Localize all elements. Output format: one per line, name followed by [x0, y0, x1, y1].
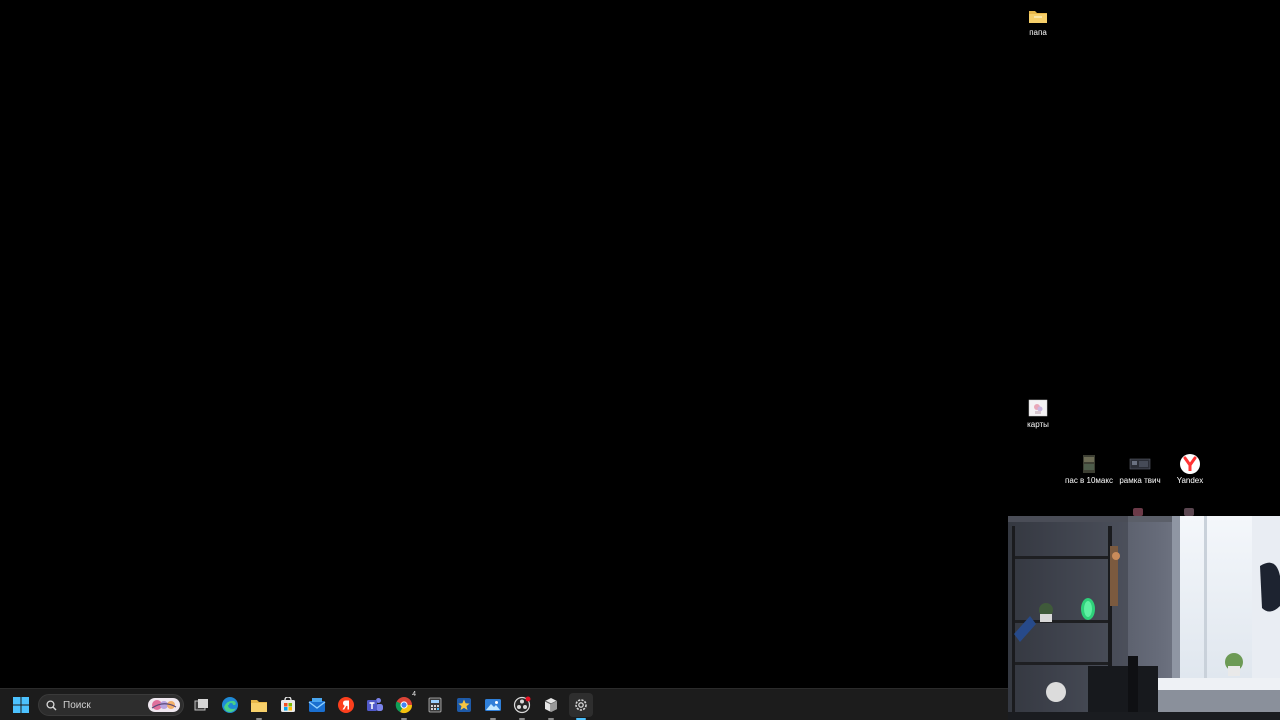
search-box[interactable]: Поиск [38, 694, 184, 716]
task-view-button[interactable] [189, 693, 213, 717]
image-file-icon [1129, 454, 1151, 474]
desktop-icon-label: рамка твич [1119, 476, 1161, 485]
search-icon [46, 700, 57, 711]
video-file-icon [1078, 454, 1100, 474]
teams-icon [367, 698, 383, 711]
start-button[interactable] [9, 693, 33, 717]
photos-button[interactable] [481, 693, 505, 720]
calculator-icon [428, 697, 442, 713]
search-placeholder: Поиск [63, 700, 91, 711]
yandex-icon [338, 697, 354, 713]
box-app-button[interactable] [539, 693, 563, 720]
star-icon [457, 698, 471, 712]
taskbar: Поиск 4 [0, 688, 1008, 720]
obs-button[interactable] [510, 693, 534, 720]
desktop-icon-label: папа [1029, 28, 1047, 37]
partial-desktop-icon [1184, 508, 1194, 516]
desktop-icon-yandex[interactable]: Yandex [1160, 454, 1220, 486]
obs-icon [513, 696, 531, 714]
folder-icon [251, 700, 267, 712]
photos-icon [485, 699, 501, 711]
store-button[interactable] [276, 693, 300, 717]
edge-button[interactable] [218, 693, 242, 717]
windows-logo-icon [13, 697, 29, 713]
calculator-button[interactable] [423, 693, 447, 717]
yandex-button[interactable] [334, 693, 358, 717]
search-highlight-icon [148, 698, 180, 712]
desktop-icon-papa[interactable]: папа [1008, 6, 1068, 38]
star-app-button[interactable] [452, 693, 476, 717]
image-file-icon [1027, 398, 1049, 418]
chrome-icon [395, 697, 413, 714]
desktop-icon-karty[interactable]: карты [1008, 398, 1068, 430]
webcam-feed [1008, 516, 1280, 720]
chrome-profile-badge: 4 [412, 691, 416, 698]
desktop-icon-label: Yandex [1176, 476, 1204, 485]
partial-desktop-icon [1133, 508, 1143, 516]
desktop-icon-label: карты [1027, 420, 1049, 429]
desktop-icon-label: пас в 10макс [1065, 476, 1113, 485]
chrome-button[interactable]: 4 [392, 691, 416, 720]
webcam-overlay [1008, 516, 1280, 720]
folder-icon [1027, 6, 1049, 26]
mail-button[interactable] [305, 693, 329, 717]
settings-button[interactable] [569, 693, 593, 720]
store-icon [281, 697, 295, 712]
gear-icon [575, 699, 587, 711]
yandex-browser-icon [1179, 454, 1201, 474]
task-view-icon [194, 699, 208, 711]
file-explorer-button[interactable] [247, 693, 271, 720]
edge-icon [222, 697, 238, 713]
mail-icon [308, 698, 326, 712]
teams-button[interactable] [363, 693, 387, 717]
box-icon [544, 698, 558, 712]
